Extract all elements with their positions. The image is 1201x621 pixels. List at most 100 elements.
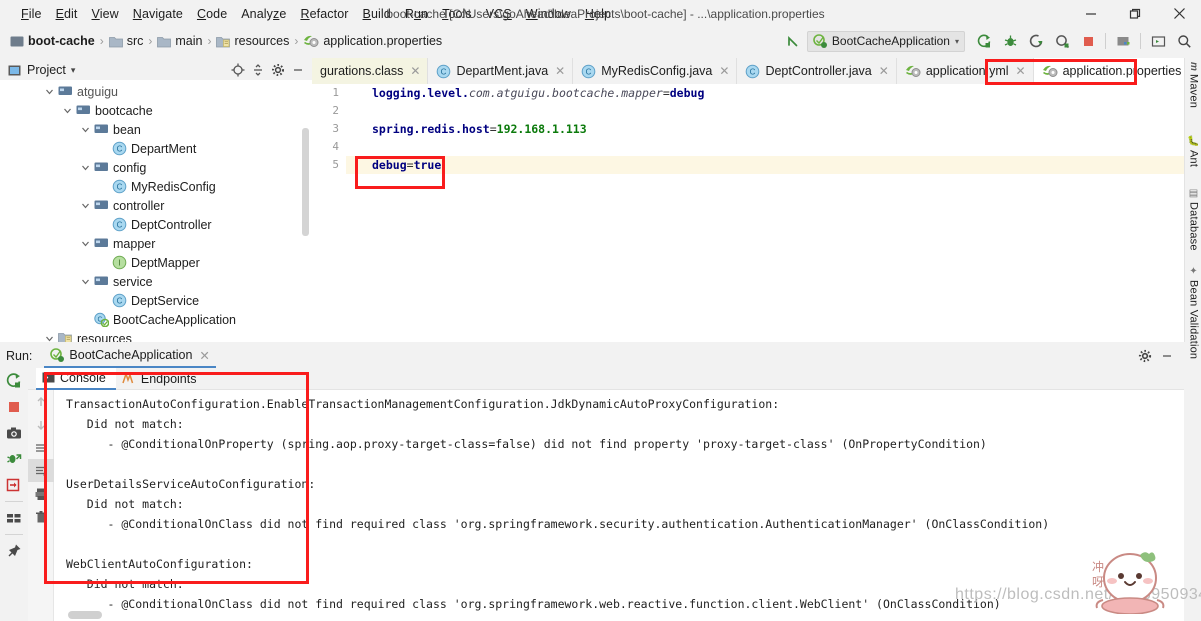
chevron-down-icon[interactable] bbox=[80, 162, 91, 173]
menu-item-window[interactable]: Window bbox=[519, 5, 578, 23]
chevron-down-icon[interactable] bbox=[44, 333, 55, 342]
menu-item-view[interactable]: View bbox=[85, 5, 126, 23]
select-run-configuration-button[interactable] bbox=[1112, 30, 1134, 52]
right-tool-maven[interactable]: m Maven bbox=[1185, 62, 1201, 108]
tree-node-bootcacheapplication[interactable]: C BootCacheApplication bbox=[0, 310, 312, 329]
menu-item-refactor[interactable]: Refactor bbox=[293, 5, 355, 23]
search-everywhere-button[interactable] bbox=[1173, 30, 1195, 52]
breadcrumb-item-src[interactable]: src bbox=[108, 34, 143, 48]
tree-node-deptservice[interactable]: C DeptService bbox=[0, 291, 312, 310]
run-tab-bootcacheapplication[interactable]: BootCacheApplication ✕ bbox=[44, 344, 216, 368]
menu-item-file[interactable]: File bbox=[14, 5, 49, 23]
tree-node-deptmapper[interactable]: I DeptMapper bbox=[0, 253, 312, 272]
run-with-coverage-button[interactable] bbox=[1025, 30, 1047, 52]
code-editor[interactable]: 1 2 3 4 5 logging.level.com.atguigu.bootcach… bbox=[312, 84, 1184, 342]
chevron-down-icon[interactable] bbox=[80, 238, 91, 249]
show-terminal-button[interactable] bbox=[1147, 30, 1169, 52]
debug-button[interactable] bbox=[999, 30, 1021, 52]
layout-icon[interactable] bbox=[0, 505, 28, 531]
chevron-down-icon[interactable] bbox=[80, 276, 91, 287]
editor-code-area[interactable]: logging.level.com.atguigu.bootcache.mapp… bbox=[346, 84, 1184, 342]
console-tab-endpoints[interactable]: Endpoints bbox=[116, 368, 207, 390]
editor-tab-myredisconfig-java[interactable]: C MyRedisConfig.java ✕ bbox=[573, 58, 738, 84]
console-tab-console[interactable]: Console bbox=[36, 367, 116, 390]
attach-debugger-icon[interactable] bbox=[0, 446, 28, 472]
close-button[interactable] bbox=[1157, 0, 1201, 27]
tree-node-controller[interactable]: controller bbox=[0, 196, 312, 215]
editor-tab-deptcontroller-java[interactable]: C DeptController.java ✕ bbox=[737, 58, 897, 84]
tree-node-service[interactable]: service bbox=[0, 272, 312, 291]
console-horizontal-scrollbar[interactable] bbox=[68, 611, 102, 619]
project-tree-scrollbar[interactable] bbox=[302, 128, 309, 236]
hide-icon[interactable] bbox=[288, 60, 308, 80]
menu-item-analyze[interactable]: Analyze bbox=[234, 5, 293, 23]
tree-node-config[interactable]: config bbox=[0, 158, 312, 177]
close-icon[interactable]: ✕ bbox=[1016, 64, 1026, 78]
breadcrumb-item-boot-cache[interactable]: boot-cache bbox=[10, 34, 95, 48]
menu-item-run[interactable]: Run bbox=[398, 5, 435, 23]
pin-icon[interactable] bbox=[0, 538, 28, 564]
menu-item-help[interactable]: Help bbox=[578, 5, 618, 23]
thread-dump-icon[interactable] bbox=[0, 472, 28, 498]
code-line[interactable] bbox=[346, 138, 1184, 156]
menu-item-code[interactable]: Code bbox=[190, 5, 234, 23]
chevron-down-icon[interactable] bbox=[80, 124, 91, 135]
right-tool-ant[interactable]: 🐛 Ant bbox=[1185, 136, 1201, 167]
tree-node-department[interactable]: C DepartMent bbox=[0, 139, 312, 158]
tree-node-deptcontroller[interactable]: C DeptController bbox=[0, 215, 312, 234]
tree-node-myredisconfig[interactable]: C MyRedisConfig bbox=[0, 177, 312, 196]
minimize-button[interactable] bbox=[1069, 0, 1113, 27]
run-configuration-selector[interactable]: BootCacheApplication ▾ bbox=[806, 30, 965, 52]
scroll-end-icon[interactable] bbox=[28, 459, 54, 482]
editor-tab-application-yml[interactable]: application.yml ✕ bbox=[897, 58, 1034, 84]
trash-icon[interactable] bbox=[28, 505, 54, 528]
chevron-down-icon[interactable] bbox=[62, 105, 73, 116]
breadcrumb-item-application-properties[interactable]: application.properties bbox=[303, 34, 442, 48]
menu-item-vcs[interactable]: VCS bbox=[479, 5, 519, 23]
tree-node-bootcache[interactable]: bootcache bbox=[0, 101, 312, 120]
right-tool-bean-validation[interactable]: ✦ Bean Validation bbox=[1185, 266, 1201, 359]
close-icon[interactable]: ✕ bbox=[199, 348, 209, 363]
breadcrumb-item-resources[interactable]: resources bbox=[216, 34, 289, 48]
right-tool-database[interactable]: ▤ Database bbox=[1185, 188, 1201, 251]
chevron-down-icon[interactable] bbox=[80, 200, 91, 211]
tree-node-mapper[interactable]: mapper bbox=[0, 234, 312, 253]
menu-item-edit[interactable]: Edit bbox=[49, 5, 85, 23]
chevron-down-icon[interactable]: ▾ bbox=[955, 37, 959, 46]
menu-item-tools[interactable]: Tools bbox=[435, 5, 479, 23]
minimize-icon[interactable] bbox=[1156, 345, 1178, 367]
stop-button[interactable] bbox=[1077, 30, 1099, 52]
chevron-down-icon[interactable] bbox=[44, 86, 55, 97]
gear-icon[interactable] bbox=[1134, 345, 1156, 367]
back-arrow-icon[interactable] bbox=[783, 30, 805, 52]
arrow-up-icon[interactable] bbox=[28, 390, 54, 413]
camera-icon[interactable] bbox=[0, 420, 28, 446]
tree-node-atguigu[interactable]: atguigu bbox=[0, 82, 312, 101]
project-tree[interactable]: atguigu bootcache bean C DepartMent config C My… bbox=[0, 80, 312, 342]
arrow-down-icon[interactable] bbox=[28, 413, 54, 436]
print-icon[interactable] bbox=[28, 482, 54, 505]
menu-item-build[interactable]: Build bbox=[356, 5, 398, 23]
stop-button[interactable] bbox=[0, 394, 28, 420]
code-line[interactable]: spring.redis.host=192.168.1.113 bbox=[346, 120, 1184, 138]
code-line[interactable] bbox=[346, 102, 1184, 120]
close-icon[interactable]: ✕ bbox=[879, 64, 889, 78]
editor-tab-department-java[interactable]: C DepartMent.java ✕ bbox=[428, 58, 574, 84]
menu-item-navigate[interactable]: Navigate bbox=[126, 5, 190, 23]
collapse-all-icon[interactable] bbox=[248, 60, 268, 80]
settings-icon[interactable] bbox=[268, 60, 288, 80]
code-line[interactable]: logging.level.com.atguigu.bootcache.mapp… bbox=[346, 84, 1184, 102]
locate-icon[interactable] bbox=[228, 60, 248, 80]
project-view-dropdown-icon[interactable]: ▾ bbox=[71, 65, 76, 76]
tree-node-resources[interactable]: resources bbox=[0, 329, 312, 342]
close-icon[interactable]: ✕ bbox=[555, 64, 565, 78]
code-line[interactable]: debug=true bbox=[346, 156, 1184, 174]
editor-tab-gurations-class[interactable]: gurations.class ✕ bbox=[312, 58, 429, 84]
rerun-button[interactable] bbox=[0, 368, 28, 394]
tree-node-bean[interactable]: bean bbox=[0, 120, 312, 139]
close-icon[interactable]: ✕ bbox=[719, 64, 729, 78]
close-icon[interactable]: ✕ bbox=[410, 64, 420, 78]
editor-tab-application-properties[interactable]: application.properties✕ bbox=[1033, 58, 1184, 84]
profile-button[interactable] bbox=[1051, 30, 1073, 52]
run-button[interactable] bbox=[973, 30, 995, 52]
